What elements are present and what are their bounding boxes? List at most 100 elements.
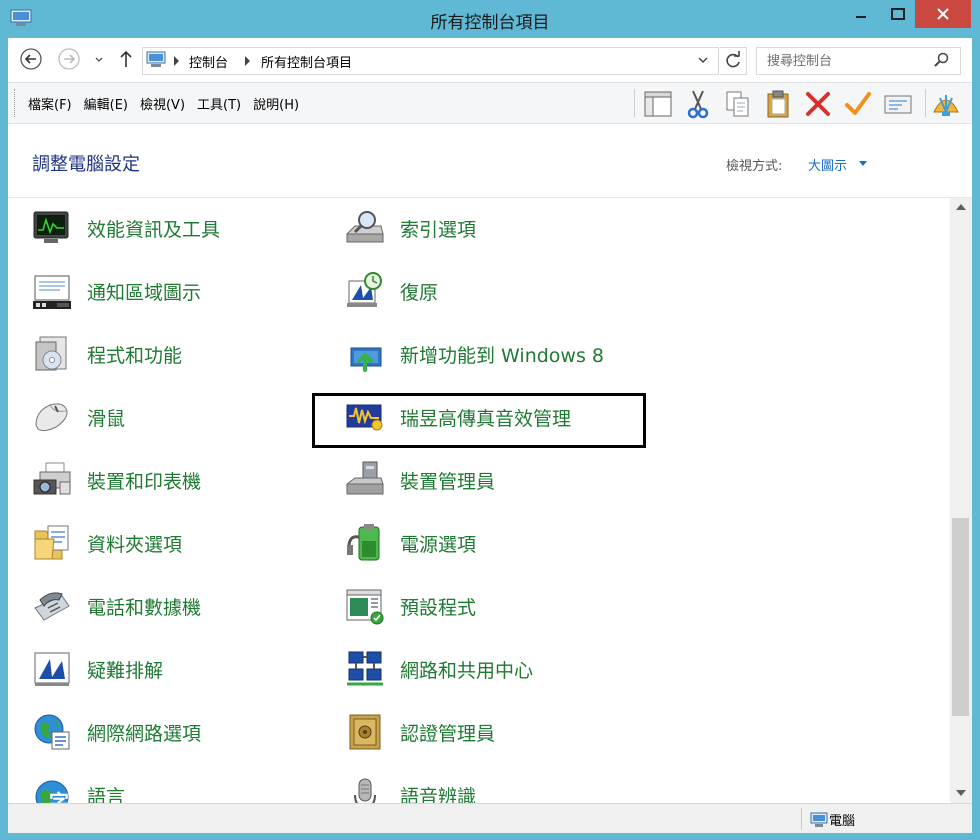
item-troubleshooting[interactable]: 疑難排解	[32, 645, 332, 693]
view-mode-dropdown[interactable]: 大圖示	[808, 155, 847, 174]
item-label: 語言	[87, 786, 126, 803]
window-title: 所有控制台項目	[430, 13, 550, 33]
toolbar-separator	[925, 89, 926, 117]
delete-icon[interactable]	[802, 88, 834, 120]
item-label: 語音辨識	[400, 786, 477, 803]
item-add-features-windows8[interactable]: 新增功能到 Windows 8	[345, 330, 645, 378]
menu-view[interactable]: 檢視(V)	[140, 94, 185, 113]
address-bar[interactable]: 控制台 所有控制台項目	[142, 47, 719, 75]
scroll-up-arrow-icon[interactable]	[956, 204, 966, 210]
item-performance-info[interactable]: 效能資訊及工具	[32, 204, 332, 252]
item-mouse[interactable]: 滑鼠	[32, 393, 332, 441]
language-icon: 字	[35, 780, 69, 803]
menu-tools[interactable]: 工具(T)	[197, 94, 241, 113]
back-arrow-icon[interactable]	[20, 48, 42, 70]
window: 所有控制台項目 控制台 所有控制台項目 搜尋控制台 檔案(F) 編輯(E) 檢視…	[0, 0, 980, 840]
search-icon[interactable]	[933, 52, 949, 68]
toolbar-separator	[634, 89, 635, 117]
refresh-icon	[726, 51, 740, 68]
troubleshooting-icon	[34, 652, 70, 686]
shell-icon[interactable]	[930, 88, 962, 120]
item-label: 裝置和印表機	[87, 471, 202, 493]
computer-icon	[810, 812, 828, 827]
address-dropdown-chevron-icon[interactable]	[696, 53, 710, 67]
vertical-scrollbar[interactable]	[950, 198, 972, 803]
notification-area-icon	[33, 275, 71, 309]
checkmark-icon[interactable]	[842, 88, 874, 120]
menu-file[interactable]: 檔案(F)	[28, 94, 72, 113]
add-features-icon	[350, 347, 382, 372]
explorer-client: 控制台 所有控制台項目 搜尋控制台 檔案(F) 編輯(E) 檢視(V) 工具(T…	[8, 38, 972, 833]
item-power-options[interactable]: 電源選項	[345, 519, 645, 567]
item-default-programs[interactable]: 預設程式	[345, 582, 645, 630]
item-language[interactable]: 字 語言	[32, 771, 332, 803]
toolbar-grip[interactable]	[14, 89, 18, 117]
close-icon	[937, 8, 949, 20]
layout-pane-icon[interactable]	[642, 88, 674, 120]
menu-help[interactable]: 說明(H)	[253, 94, 299, 113]
item-label: 程式和功能	[87, 345, 183, 367]
item-label: 網際網路選項	[87, 723, 202, 745]
mouse-icon	[35, 403, 68, 432]
page-title: 調整電腦設定	[32, 154, 140, 175]
item-label: 索引選項	[400, 219, 477, 241]
minimize-button[interactable]	[841, 0, 881, 28]
title-bar[interactable]: 所有控制台項目	[0, 0, 980, 38]
network-sharing-icon	[347, 651, 383, 686]
menu-toolbar: 檔案(F) 編輯(E) 檢視(V) 工具(T) 說明(H)	[8, 82, 972, 124]
item-label: 電話和數據機	[87, 597, 202, 619]
item-programs-features[interactable]: 程式和功能	[32, 330, 332, 378]
item-label: 疑難排解	[87, 660, 164, 682]
view-mode-chevron-icon[interactable]	[859, 161, 867, 166]
item-label: 新增功能到 Windows 8	[400, 345, 604, 367]
item-indexing-options[interactable]: 索引選項	[345, 204, 645, 252]
internet-options-icon	[34, 714, 70, 750]
svg-text:字: 字	[49, 790, 69, 803]
item-label: 效能資訊及工具	[87, 219, 221, 241]
devices-printers-icon	[33, 462, 71, 495]
recovery-icon	[347, 272, 382, 307]
item-folder-options[interactable]: 資料夾選項	[32, 519, 332, 567]
copy-icon[interactable]	[722, 88, 754, 120]
item-devices-printers[interactable]: 裝置和印表機	[32, 456, 332, 504]
item-label: 滑鼠	[87, 408, 126, 430]
item-credential-manager[interactable]: 認證管理員	[345, 708, 645, 756]
recent-locations-chevron-icon[interactable]	[94, 52, 104, 66]
control-panel-icon	[146, 51, 166, 67]
item-internet-options[interactable]: 網際網路選項	[32, 708, 332, 756]
indexing-options-icon	[346, 211, 384, 243]
close-button[interactable]	[915, 0, 971, 28]
item-phone-modem[interactable]: 電話和數據機	[32, 582, 332, 630]
paste-icon[interactable]	[762, 88, 794, 120]
status-bar: 電腦	[8, 803, 972, 833]
properties-icon[interactable]	[882, 88, 914, 120]
power-options-icon	[347, 524, 380, 561]
performance-monitor-icon	[33, 211, 69, 243]
maximize-button[interactable]	[881, 0, 915, 28]
programs-features-icon	[35, 336, 67, 371]
up-arrow-icon[interactable]	[118, 49, 134, 69]
item-recovery[interactable]: 復原	[345, 267, 645, 315]
scrollbar-thumb[interactable]	[952, 518, 969, 716]
menu-bar: 檔案(F) 編輯(E) 檢視(V) 工具(T) 說明(H)	[28, 94, 311, 113]
page-header: 調整電腦設定 檢視方式: 大圖示	[8, 124, 972, 198]
item-label: 網路和共用中心	[400, 660, 534, 682]
scroll-down-arrow-icon[interactable]	[956, 790, 966, 796]
item-label: 認證管理員	[400, 723, 496, 745]
phone-modem-icon	[34, 592, 70, 621]
search-box[interactable]	[756, 47, 961, 75]
menu-edit[interactable]: 編輯(E)	[84, 94, 128, 113]
breadcrumb-control-panel[interactable]: 控制台	[189, 52, 228, 71]
forward-arrow-icon[interactable]	[58, 48, 80, 70]
cut-icon[interactable]	[682, 88, 714, 120]
device-manager-icon	[346, 461, 384, 495]
item-speech-recognition[interactable]: 語音辨識	[345, 771, 645, 803]
item-notification-area-icons[interactable]: 通知區域圖示	[32, 267, 332, 315]
item-label: 復原	[400, 282, 439, 304]
item-device-manager[interactable]: 裝置管理員	[345, 456, 645, 504]
item-network-sharing-center[interactable]: 網路和共用中心	[345, 645, 645, 693]
refresh-button[interactable]	[720, 47, 747, 75]
breadcrumb-all-items[interactable]: 所有控制台項目	[261, 52, 352, 71]
item-label: 電源選項	[400, 534, 477, 556]
search-input[interactable]	[765, 50, 929, 72]
